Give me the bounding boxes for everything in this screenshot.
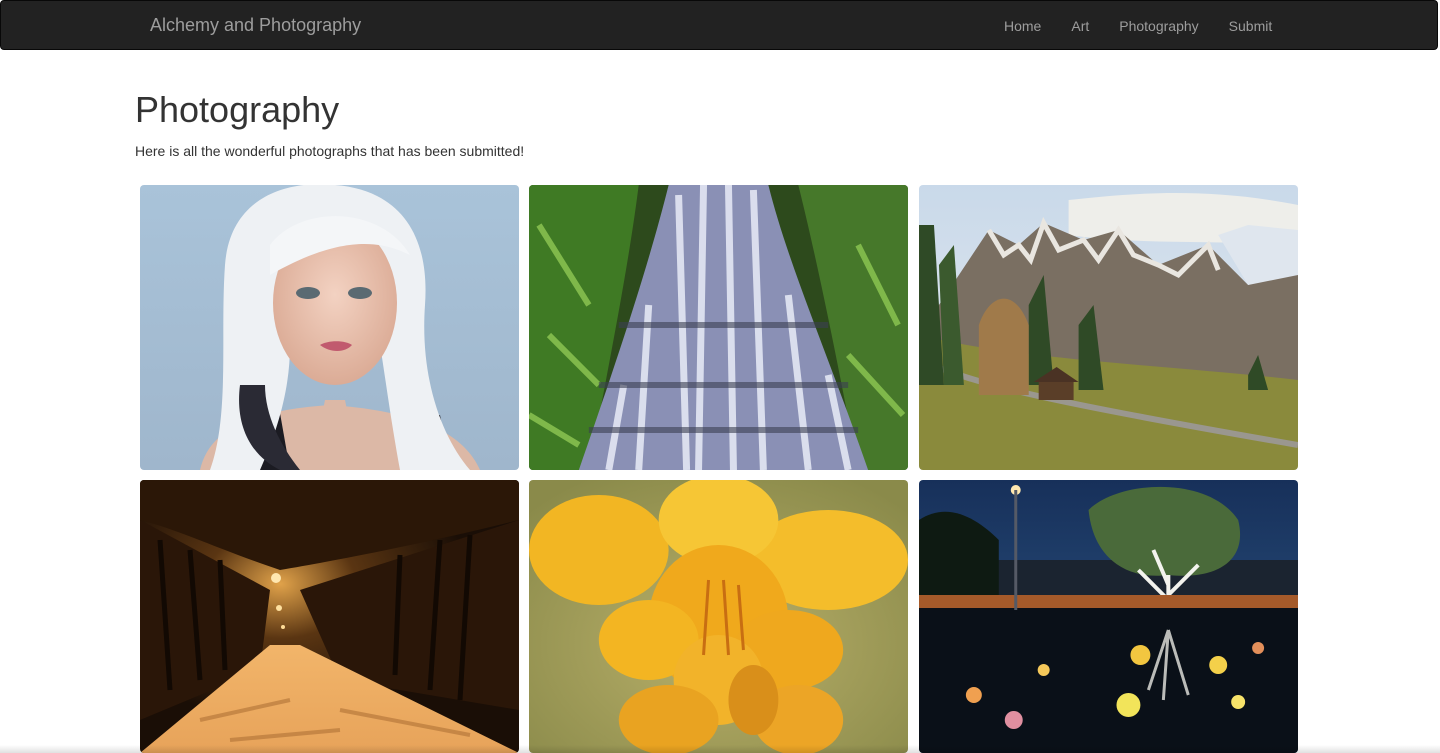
photo-night-tree[interactable] xyxy=(919,480,1298,753)
photo-portrait[interactable] xyxy=(140,185,519,470)
page-title: Photography xyxy=(135,89,340,130)
photo-mountains[interactable] xyxy=(919,185,1298,470)
photo-yellow-flower[interactable] xyxy=(529,480,908,753)
nav-link-photography[interactable]: Photography xyxy=(1104,1,1213,51)
photo-night-road[interactable] xyxy=(140,480,519,753)
brand-link[interactable]: Alchemy and Photography xyxy=(150,15,361,35)
page-description: Here is all the wonderful photographs th… xyxy=(135,143,525,159)
portrait-image xyxy=(140,185,519,470)
waterfall-image xyxy=(529,185,908,470)
mountains-image xyxy=(919,185,1298,470)
night-road-image xyxy=(140,480,519,753)
nav-link-art[interactable]: Art xyxy=(1056,1,1104,51)
night-tree-image xyxy=(919,480,1298,753)
photo-waterfall[interactable] xyxy=(529,185,908,470)
nav-links: Home Art Photography Submit xyxy=(989,1,1287,51)
nav-link-submit[interactable]: Submit xyxy=(1214,1,1288,51)
yellow-flower-image xyxy=(529,480,908,753)
nav-link-home[interactable]: Home xyxy=(989,1,1056,51)
top-navbar: Alchemy and Photography Home Art Photogr… xyxy=(0,0,1438,50)
